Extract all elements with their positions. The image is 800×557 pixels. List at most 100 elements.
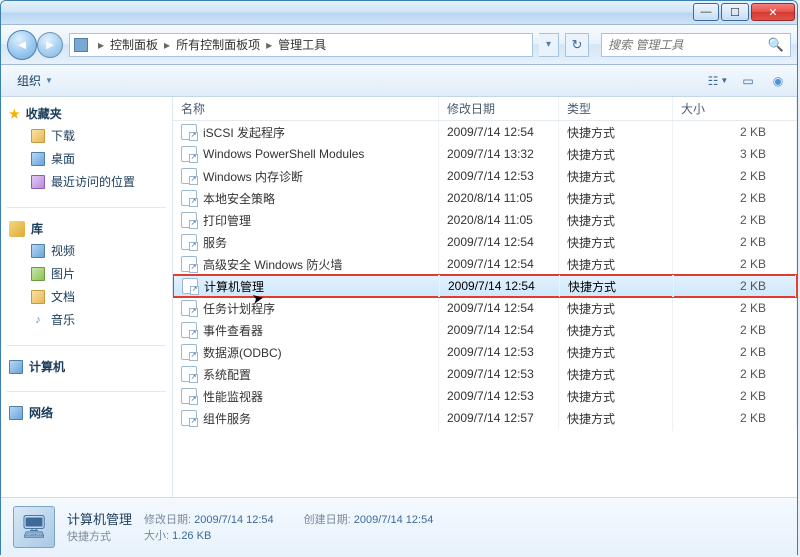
file-date: 2009/7/14 12:53 [439, 385, 559, 407]
shortcut-icon [181, 366, 197, 382]
address-bar[interactable]: ▸ 控制面板 ▸ 所有控制面板项 ▸ 管理工具 [69, 33, 533, 57]
column-date[interactable]: 修改日期 [439, 97, 559, 120]
shortcut-icon [181, 124, 197, 140]
shortcut-icon [181, 322, 197, 338]
details-create-value: 2009/7/14 12:54 [354, 514, 434, 526]
file-date: 2020/8/14 11:05 [439, 187, 559, 209]
file-size: 2 KB [673, 187, 797, 209]
file-rows: iSCSI 发起程序2009/7/14 12:54快捷方式2 KBWindows… [173, 121, 797, 497]
sidebar-item-videos[interactable]: 视频 [1, 239, 172, 262]
recent-icon [31, 175, 45, 189]
file-name: Windows PowerShell Modules [203, 147, 364, 161]
file-size: 2 KB [673, 165, 797, 187]
sidebar-favorites[interactable]: ★ 收藏夹 [1, 103, 172, 124]
chevron-right-icon: ▸ [260, 38, 278, 52]
table-row[interactable]: 高级安全 Windows 防火墙2009/7/14 12:54快捷方式2 KB [173, 253, 797, 275]
file-name: 组件服务 [203, 410, 251, 427]
file-size: 2 KB [673, 319, 797, 341]
file-name: 系统配置 [203, 366, 251, 383]
address-dropdown[interactable]: ▾ [539, 33, 559, 57]
preview-pane-button[interactable]: ▭ [737, 70, 759, 92]
sidebar-favorites-label: 收藏夹 [26, 105, 62, 122]
shortcut-icon [181, 190, 197, 206]
table-row[interactable]: 打印管理2020/8/14 11:05快捷方式2 KB [173, 209, 797, 231]
folder-icon [31, 129, 45, 143]
location-icon [74, 38, 88, 52]
shortcut-icon [181, 234, 197, 250]
details-mod-value: 2009/7/14 12:54 [194, 514, 274, 526]
breadcrumb[interactable]: 管理工具 [278, 36, 326, 53]
table-row[interactable]: 计算机管理2009/7/14 12:54快捷方式2 KB [173, 275, 797, 297]
file-size: 2 KB [673, 209, 797, 231]
shortcut-icon [181, 168, 197, 184]
table-row[interactable]: Windows 内存诊断2009/7/14 12:53快捷方式2 KB [173, 165, 797, 187]
file-name: 本地安全策略 [203, 190, 275, 207]
titlebar: — ☐ ✕ [1, 1, 797, 25]
table-row[interactable]: 系统配置2009/7/14 12:53快捷方式2 KB [173, 363, 797, 385]
navbar: ◄ ► ▸ 控制面板 ▸ 所有控制面板项 ▸ 管理工具 ▾ ↻ 🔍 [1, 25, 797, 65]
sidebar-item-downloads[interactable]: 下载 [1, 124, 172, 147]
file-size: 2 KB [673, 385, 797, 407]
desktop-icon [31, 152, 45, 166]
libraries-icon [9, 221, 25, 237]
column-type[interactable]: 类型 [559, 97, 673, 120]
navigation-pane: ★ 收藏夹 下载 桌面 最近访问的位置 库 视频 图片 文档 ♪音乐 [1, 97, 173, 497]
details-type: 快捷方式 [67, 528, 132, 544]
table-row[interactable]: 数据源(ODBC)2009/7/14 12:53快捷方式2 KB [173, 341, 797, 363]
help-button[interactable]: ◉ [767, 70, 789, 92]
file-name: iSCSI 发起程序 [203, 124, 285, 141]
column-headers: 名称 修改日期 类型 大小 [173, 97, 797, 121]
maximize-button[interactable]: ☐ [721, 3, 749, 21]
file-size: 2 KB [673, 231, 797, 253]
table-row[interactable]: 事件查看器2009/7/14 12:54快捷方式2 KB [173, 319, 797, 341]
details-size-label: 大小: [144, 530, 169, 542]
search-box[interactable]: 🔍 [601, 33, 791, 57]
search-input[interactable] [608, 38, 764, 52]
network-icon [9, 406, 23, 420]
refresh-button[interactable]: ↻ [565, 33, 589, 57]
file-size: 2 KB [673, 297, 797, 319]
toolbar: 组织 ▼ ☷▼ ▭ ◉ [1, 65, 797, 97]
table-row[interactable]: 服务2009/7/14 12:54快捷方式2 KB [173, 231, 797, 253]
file-date: 2009/7/14 12:54 [440, 275, 560, 297]
organize-menu[interactable]: 组织 ▼ [9, 68, 61, 93]
nav-back-button[interactable]: ◄ [7, 30, 37, 60]
sidebar-item-documents[interactable]: 文档 [1, 285, 172, 308]
file-date: 2009/7/14 12:54 [439, 121, 559, 143]
sidebar-network-label: 网络 [29, 404, 53, 421]
file-date: 2009/7/14 12:53 [439, 363, 559, 385]
sidebar-libraries[interactable]: 库 [1, 218, 172, 239]
column-size[interactable]: 大小 [673, 97, 797, 120]
details-size-value: 1.26 KB [172, 530, 211, 542]
table-row[interactable]: 本地安全策略2020/8/14 11:05快捷方式2 KB [173, 187, 797, 209]
breadcrumb[interactable]: 所有控制面板项 [176, 36, 260, 53]
sidebar-item-desktop[interactable]: 桌面 [1, 147, 172, 170]
table-row[interactable]: Windows PowerShell Modules2009/7/14 13:3… [173, 143, 797, 165]
table-row[interactable]: iSCSI 发起程序2009/7/14 12:54快捷方式2 KB [173, 121, 797, 143]
file-list: 名称 修改日期 类型 大小 iSCSI 发起程序 2009/7/14 12:54 快… [173, 97, 797, 497]
file-name: 打印管理 [203, 212, 251, 229]
file-date: 2009/7/14 12:54 [439, 253, 559, 275]
sidebar-item-pictures[interactable]: 图片 [1, 262, 172, 285]
sidebar-network[interactable]: 网络 [1, 402, 172, 423]
table-row[interactable]: 性能监视器2009/7/14 12:53快捷方式2 KB [173, 385, 797, 407]
file-date: 2009/7/14 12:53 [439, 341, 559, 363]
nav-forward-button[interactable]: ► [37, 32, 63, 58]
shortcut-icon [181, 146, 197, 162]
file-date: 2009/7/14 12:54 [439, 297, 559, 319]
file-type: 快捷方式 [559, 406, 673, 431]
sidebar-item-music[interactable]: ♪音乐 [1, 308, 172, 331]
sidebar-item-recent[interactable]: 最近访问的位置 [1, 170, 172, 193]
table-row[interactable]: 组件服务2009/7/14 12:57快捷方式2 KB [173, 407, 797, 429]
view-options-button[interactable]: ☷▼ [707, 70, 729, 92]
star-icon: ★ [9, 107, 20, 121]
breadcrumb[interactable]: 控制面板 [110, 36, 158, 53]
column-name[interactable]: 名称 [173, 97, 439, 120]
file-size: 2 KB [674, 275, 796, 297]
file-name: 任务计划程序 [203, 300, 275, 317]
sidebar-computer[interactable]: 计算机 [1, 356, 172, 377]
close-button[interactable]: ✕ [751, 3, 795, 21]
table-row[interactable]: 任务计划程序2009/7/14 12:54快捷方式2 KB [173, 297, 797, 319]
minimize-button[interactable]: — [693, 3, 719, 21]
file-date: 2009/7/14 12:54 [439, 319, 559, 341]
